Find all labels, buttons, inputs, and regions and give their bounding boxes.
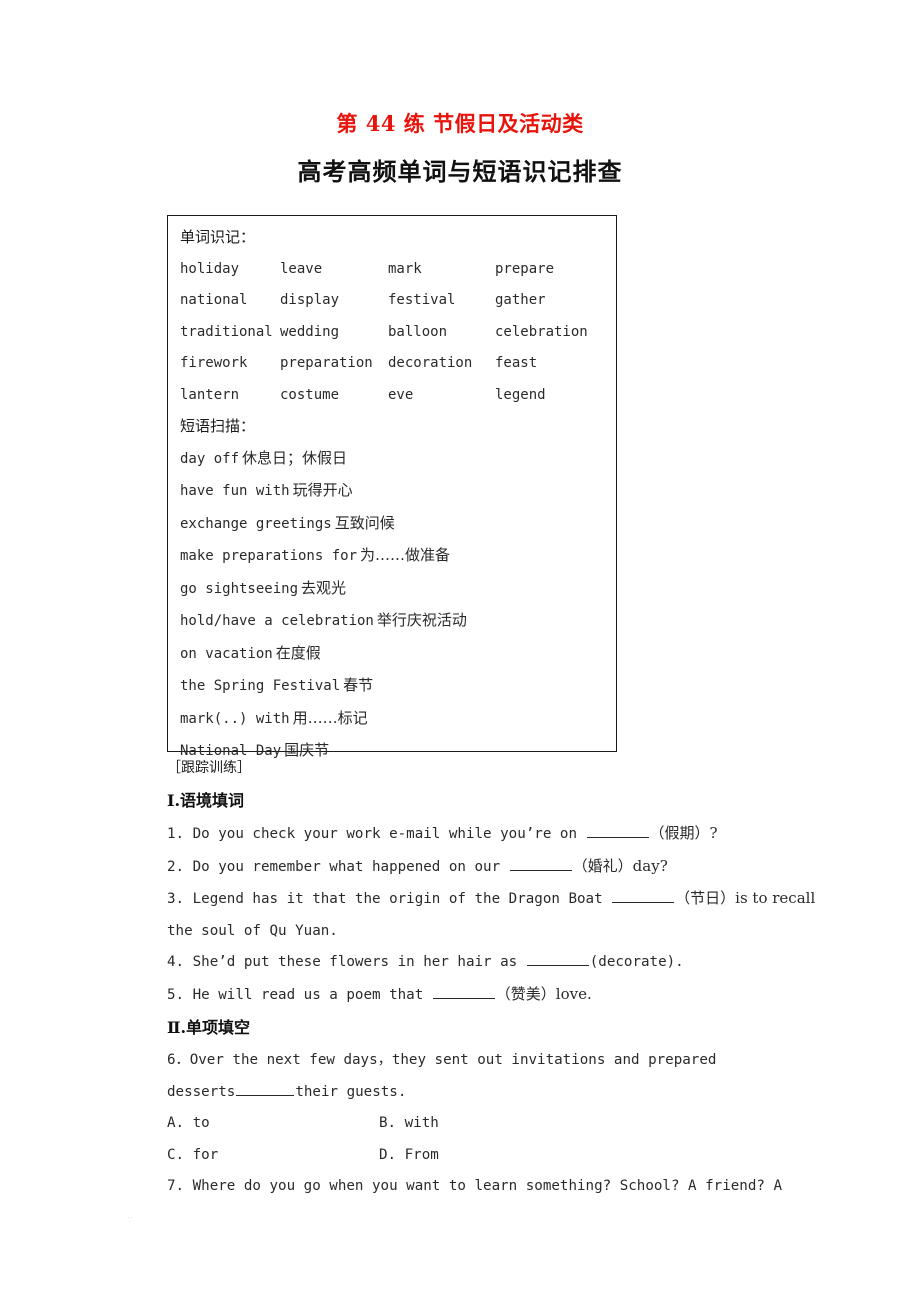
scan-artifact: ∵ (128, 1216, 133, 1224)
phrase-row: mark(..) with 用……标记 (180, 703, 608, 736)
word-item: costume (280, 386, 340, 403)
answer-blank[interactable] (432, 984, 495, 999)
word-item: balloon (388, 323, 448, 340)
phrase-row: hold/have a celebration 举行庆祝活动 (180, 605, 608, 638)
word-item: national (180, 292, 248, 308)
phrase-english: exchange greetings (180, 515, 332, 532)
question-3-continued: the soul of Qu Yuan. (167, 922, 338, 939)
word-item: wedding (280, 323, 340, 340)
question-5-hint: （赞美）love. (495, 984, 592, 1003)
words-label: 单词识记： (180, 228, 256, 246)
part-heading-1: Ⅰ.语境填词 (167, 791, 245, 810)
phrase-chinese: 互致问候 (334, 513, 395, 532)
question-3-hint: （节日）is to recall (675, 889, 816, 907)
word-item: traditional (180, 323, 273, 340)
word-item: eve (388, 386, 414, 403)
word-row: national display festival gather (180, 285, 608, 317)
phrase-row: exchange greetings 互致问候 (180, 508, 608, 541)
word-item: decoration (388, 355, 473, 371)
word-item: gather (495, 292, 546, 308)
question-6-text-c: their guests. (295, 1083, 407, 1100)
phrase-row: day off 休息日；休假日 (180, 443, 608, 476)
word-item: lantern (180, 386, 240, 403)
lesson-title: 第 44 练 节假日及活动类 (336, 111, 584, 136)
phrase-english: mark(..) with (180, 710, 290, 727)
word-row: firework preparation decoration feast (180, 348, 608, 380)
exercise-section: ［跟踪训练］ Ⅰ.语境填词 1. Do you check your work … (167, 756, 817, 1203)
phrase-chinese: 休息日；休假日 (242, 448, 348, 467)
question-2-hint: （婚礼）day? (572, 856, 668, 875)
word-row: holiday leave mark prepare (180, 254, 608, 286)
phrase-chinese: 举行庆祝活动 (376, 611, 467, 629)
question-1: 1. Do you check your work e-mail while y… (167, 818, 817, 851)
phrase-row: go sightseeing 去观光 (180, 573, 608, 606)
worksheet-page: 第 44 练 节假日及活动类 高考高频单词与短语识记排查 单词识记： holid… (0, 0, 920, 1302)
option-a[interactable]: A. to (167, 1108, 379, 1140)
phrase-chinese: 为……做准备 (360, 546, 451, 564)
phrase-english: make preparations for (180, 548, 358, 564)
phrase-english: day off (180, 450, 240, 467)
answer-blank[interactable] (509, 856, 572, 871)
word-item: firework (180, 355, 248, 371)
word-item: leave (280, 260, 323, 277)
phrase-row: on vacation 在度假 (180, 638, 608, 671)
phrase-chinese: 去观光 (301, 578, 347, 597)
word-row: traditional wedding balloon celebration (180, 317, 608, 349)
question-1-hint: （假期）? (649, 824, 718, 842)
word-item: prepare (495, 260, 555, 277)
question-4-hint: (decorate). (589, 954, 684, 970)
answer-blank[interactable] (586, 824, 649, 838)
phrase-chinese: 在度假 (275, 643, 321, 662)
question-4: 4. She’d put these flowers in her hair a… (167, 947, 817, 979)
phrase-english: the Spring Festival (180, 678, 341, 694)
phrase-english: go sightseeing (180, 580, 299, 597)
question-6-options-row-1: A. to B. with (167, 1108, 817, 1140)
word-item: preparation (280, 355, 373, 371)
question-5-text: 5. He will read us a poem that (167, 986, 432, 1003)
phrase-english: have fun with (180, 483, 290, 499)
word-item: festival (388, 292, 456, 308)
part-heading-2: Ⅱ.单项填空 (167, 1018, 251, 1037)
question-2: 2. Do you remember what happened on our … (167, 851, 817, 884)
question-6-text-b: desserts (167, 1083, 236, 1100)
phrases-label: 短语扫描： (180, 417, 256, 435)
word-row: lantern costume eve legend (180, 380, 608, 412)
question-6-text: 6．Over the next few days，they sent out i… (167, 1052, 717, 1068)
phrase-chinese: 用……标记 (292, 708, 368, 727)
word-item: celebration (495, 323, 588, 340)
word-item: mark (388, 260, 422, 277)
word-item: feast (495, 355, 538, 371)
option-c[interactable]: C. for (167, 1140, 379, 1172)
question-3: 3. Legend has it that the origin of the … (167, 883, 817, 916)
page-title: 高考高频单词与短语识记排查 (297, 157, 623, 186)
question-6-options-row-2: C. for D. From (167, 1140, 817, 1172)
question-6-continued: desserts their guests. (167, 1077, 817, 1109)
practice-note: ［跟踪训练］ (167, 760, 251, 776)
word-item: holiday (180, 260, 240, 277)
question-7: 7. Where do you go when you want to lear… (167, 1178, 782, 1194)
phrase-row: have fun with 玩得开心 (180, 475, 608, 508)
phrase-chinese: 玩得开心 (292, 481, 353, 499)
answer-blank[interactable] (236, 1081, 295, 1096)
phrase-english: hold/have a celebration (180, 613, 374, 629)
answer-blank[interactable] (526, 952, 589, 966)
question-2-text: 2. Do you remember what happened on our (167, 858, 509, 875)
question-4-text: 4. She’d put these flowers in her hair a… (167, 954, 526, 970)
question-5: 5. He will read us a poem that （赞美）love. (167, 979, 817, 1012)
option-d[interactable]: D. From (379, 1140, 439, 1172)
phrase-row: the Spring Festival 春节 (180, 670, 608, 703)
phrase-english: on vacation (180, 645, 273, 662)
question-3-text: 3. Legend has it that the origin of the … (167, 891, 612, 907)
phrase-row: make preparations for 为……做准备 (180, 540, 608, 573)
word-item: legend (495, 386, 546, 403)
question-6: 6．Over the next few days，they sent out i… (167, 1045, 817, 1077)
question-1-text: 1. Do you check your work e-mail while y… (167, 826, 586, 842)
phrase-chinese: 春节 (343, 676, 374, 694)
answer-blank[interactable] (612, 889, 675, 903)
option-b[interactable]: B. with (379, 1108, 439, 1140)
word-item: display (280, 292, 340, 308)
vocabulary-box: 单词识记： holiday leave mark prepare nationa… (167, 215, 617, 759)
